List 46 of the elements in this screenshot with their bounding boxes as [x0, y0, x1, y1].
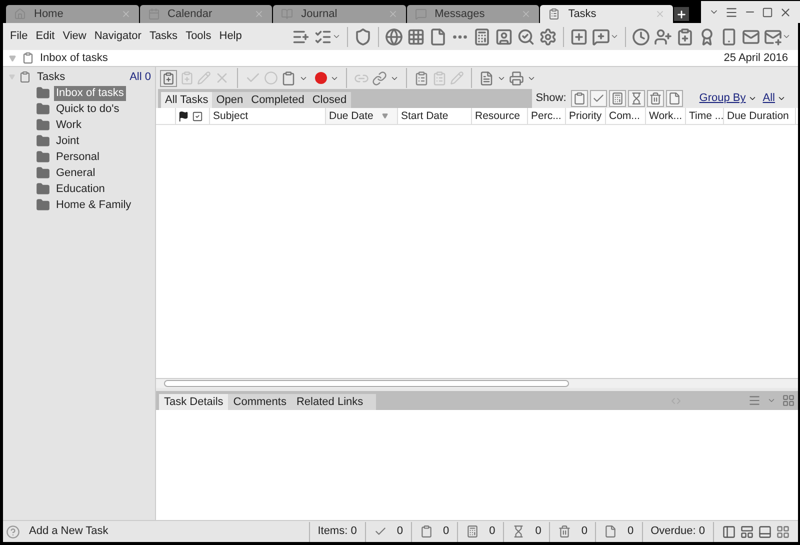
count-label: 0	[581, 524, 588, 540]
app-tab[interactable]: Home	[6, 5, 139, 23]
tree-item[interactable]: Quick to do's	[54, 102, 122, 116]
app-tab[interactable]: Tasks	[540, 5, 673, 23]
app-tab[interactable]: Journal	[273, 5, 406, 23]
all-filter-link[interactable]: All	[762, 90, 775, 107]
tree-item[interactable]: Joint	[54, 134, 82, 148]
filter-tab[interactable]: Completed	[247, 92, 308, 108]
count-label: 0	[627, 524, 634, 540]
detail-tab[interactable]: Comments	[228, 394, 292, 410]
tree-item[interactable]: Tasks	[37, 68, 126, 86]
column-header[interactable]: Time ...	[686, 108, 724, 124]
app-tab[interactable]: Calendar	[140, 5, 272, 23]
date-label: 25 April 2016	[724, 50, 788, 66]
filter-tab[interactable]: Open	[212, 92, 248, 108]
detail-tab[interactable]: Related Links	[291, 394, 368, 410]
count-label: 0	[396, 524, 403, 540]
add-task-link[interactable]: Add a New Task	[29, 523, 301, 540]
menu-item[interactable]: View	[62, 28, 86, 45]
detail-tab[interactable]: Task Details	[159, 394, 228, 410]
count-label: All 0	[130, 70, 151, 85]
tree-item[interactable]: General	[54, 166, 98, 180]
menu-item[interactable]: File	[10, 28, 28, 45]
filter-tab[interactable]: Closed	[308, 92, 351, 108]
tree-item[interactable]: Education	[54, 182, 107, 196]
column-header[interactable]: Work...	[646, 108, 686, 124]
overdue-count: Overdue: 0	[650, 524, 705, 540]
count-label: 0	[442, 524, 450, 540]
tree-item[interactable]: Home & Family	[54, 198, 134, 212]
menu-item[interactable]: Navigator	[94, 28, 142, 45]
breadcrumb-title: Inbox of tasks	[40, 50, 109, 66]
menu-item[interactable]: Edit	[36, 28, 55, 45]
show-label: Show:	[536, 91, 566, 106]
count-label: 0	[489, 524, 496, 540]
column-header[interactable]: Due Date	[326, 108, 398, 124]
menu-item[interactable]: Tools	[186, 28, 212, 45]
group-by-link[interactable]: Group By	[699, 90, 746, 107]
tree-item[interactable]: Inbox of tasks	[54, 86, 126, 100]
count-label: 0	[535, 524, 542, 540]
items-count: Items: 0	[318, 524, 357, 540]
app-tab[interactable]: Messages	[406, 5, 540, 23]
menu-item[interactable]: Tasks	[149, 28, 178, 45]
tree-item[interactable]: Personal	[54, 150, 102, 164]
menu-item[interactable]: Help	[219, 28, 242, 45]
tree-item[interactable]: Work	[54, 118, 84, 132]
filter-tab[interactable]: All Tasks	[161, 92, 212, 108]
